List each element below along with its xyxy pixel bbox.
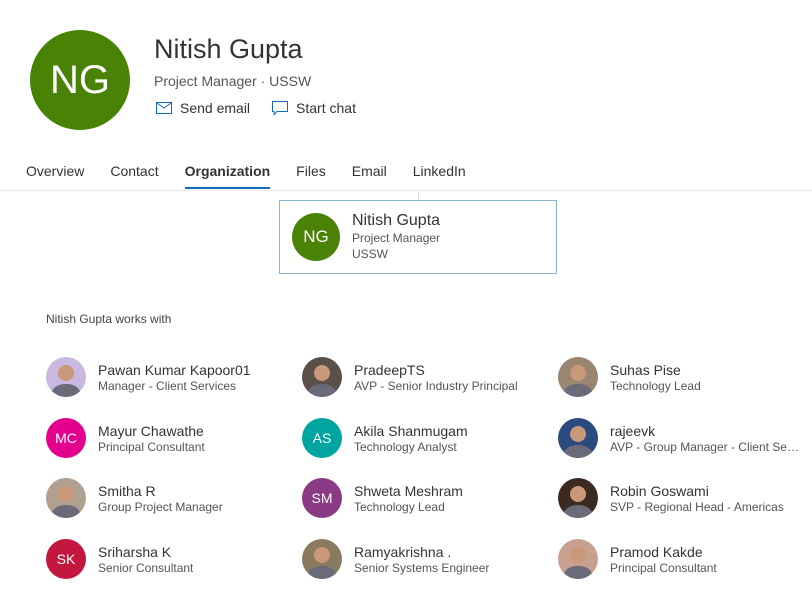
person-avatar: SM — [302, 478, 342, 518]
person-photo — [46, 478, 86, 518]
person-title: AVP - Senior Industry Principal — [354, 379, 518, 393]
person-photo — [302, 539, 342, 579]
person-title: Technology Lead — [610, 379, 701, 393]
person-name: Pawan Kumar Kapoor01 — [98, 361, 251, 379]
person-title: SVP - Regional Head - Americas — [610, 500, 784, 514]
person-item[interactable]: Ramyakrishna .Senior Systems Engineer — [302, 529, 558, 589]
divider — [0, 190, 812, 191]
person-name: Mayur Chawathe — [98, 422, 205, 440]
person-photo — [558, 357, 598, 397]
person-name: Shweta Meshram — [354, 482, 463, 500]
person-title: Principal Consultant — [98, 440, 205, 454]
profile-name: Nitish Gupta — [154, 34, 303, 65]
person-item[interactable]: Pawan Kumar Kapoor01Manager - Client Ser… — [46, 347, 302, 408]
person-title: Group Project Manager — [98, 500, 223, 514]
person-title: AVP - Group Manager - Client Services — [610, 440, 800, 454]
person-item[interactable]: PradeepTSAVP - Senior Industry Principal — [302, 347, 558, 408]
person-item[interactable]: MC Mayur ChawathePrincipal Consultant — [46, 408, 302, 469]
person-avatar: MC — [46, 418, 86, 458]
person-title: Senior Systems Engineer — [354, 561, 489, 575]
card-dept: USSW — [352, 246, 440, 262]
card-avatar: NG — [292, 213, 340, 261]
start-chat-label: Start chat — [296, 100, 356, 116]
person-avatar: AS — [302, 418, 342, 458]
person-photo — [558, 539, 598, 579]
card-name: Nitish Gupta — [352, 212, 440, 230]
mail-icon — [156, 102, 172, 114]
person-item[interactable]: Pramod KakdePrincipal Consultant — [558, 529, 812, 589]
person-title: Senior Consultant — [98, 561, 193, 575]
person-item[interactable]: rajeevkAVP - Group Manager - Client Serv… — [558, 408, 812, 469]
person-name: Suhas Pise — [610, 361, 701, 379]
person-name: rajeevk — [610, 422, 800, 440]
person-item[interactable]: SK Sriharsha KSenior Consultant — [46, 529, 302, 589]
card-title: Project Manager — [352, 230, 440, 246]
start-chat-button[interactable]: Start chat — [272, 100, 356, 116]
person-photo — [302, 357, 342, 397]
person-photo — [558, 478, 598, 518]
works-with-heading: Nitish Gupta works with — [46, 312, 171, 326]
person-name: Smitha R — [98, 482, 223, 500]
person-item[interactable]: Suhas PiseTechnology Lead — [558, 347, 812, 408]
org-connector — [418, 190, 419, 200]
send-email-button[interactable]: Send email — [156, 100, 250, 116]
person-item[interactable]: AS Akila ShanmugamTechnology Analyst — [302, 408, 558, 469]
tab-overview[interactable]: Overview — [26, 163, 84, 189]
person-name: Ramyakrishna . — [354, 543, 489, 561]
person-name: Robin Goswami — [610, 482, 784, 500]
org-card-current[interactable]: NG Nitish Gupta Project Manager USSW — [279, 200, 557, 274]
send-email-label: Send email — [180, 100, 250, 116]
person-avatar: SK — [46, 539, 86, 579]
person-item[interactable]: SM Shweta MeshramTechnology Lead — [302, 468, 558, 529]
tab-email[interactable]: Email — [352, 163, 387, 189]
person-item[interactable]: Smitha RGroup Project Manager — [46, 468, 302, 529]
person-title: Principal Consultant — [610, 561, 717, 575]
profile-avatar: NG — [30, 30, 130, 130]
tab-organization[interactable]: Organization — [185, 163, 271, 189]
person-title: Technology Lead — [354, 500, 463, 514]
person-name: PradeepTS — [354, 361, 518, 379]
person-item[interactable]: Robin GoswamiSVP - Regional Head - Ameri… — [558, 468, 812, 529]
tab-contact[interactable]: Contact — [110, 163, 158, 189]
person-title: Manager - Client Services — [98, 379, 251, 393]
person-title: Technology Analyst — [354, 440, 468, 454]
person-name: Akila Shanmugam — [354, 422, 468, 440]
profile-subtitle: Project Manager · USSW — [154, 73, 311, 89]
tab-linkedin[interactable]: LinkedIn — [413, 163, 466, 189]
tab-files[interactable]: Files — [296, 163, 326, 189]
person-name: Pramod Kakde — [610, 543, 717, 561]
person-name: Sriharsha K — [98, 543, 193, 561]
chat-icon — [272, 101, 288, 116]
person-photo — [558, 418, 598, 458]
person-photo — [46, 357, 86, 397]
